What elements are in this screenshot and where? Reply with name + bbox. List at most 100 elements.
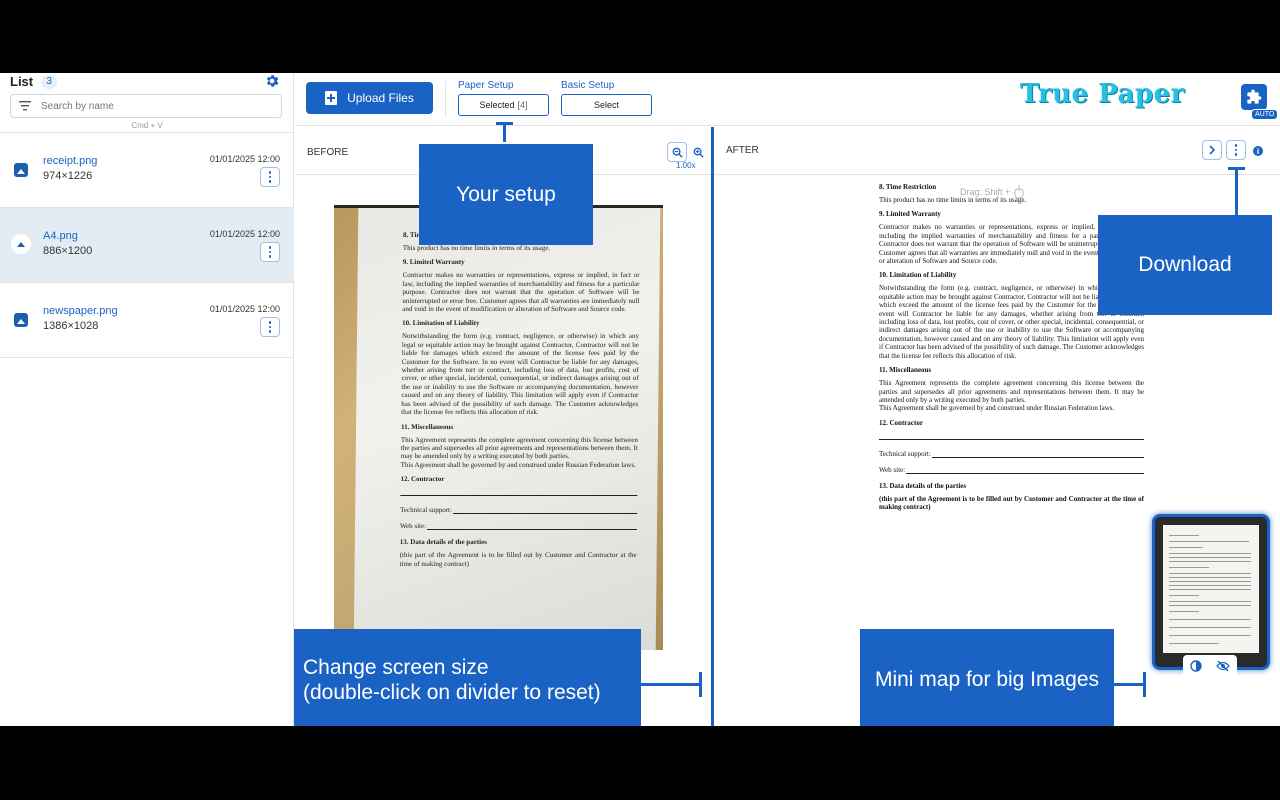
file-dimensions: 886×1200 xyxy=(43,245,93,257)
signature-line xyxy=(879,438,1144,440)
file-dimensions: 1386×1028 xyxy=(43,320,99,332)
signature-line xyxy=(400,495,638,497)
file-name[interactable]: A4.png xyxy=(43,230,78,242)
doc-heading: 13. Data details of the parties xyxy=(879,481,967,490)
web-site-line: Web site: xyxy=(399,522,637,531)
callout-pointer xyxy=(1143,672,1146,697)
doc-paragraph: This Agreement represents the complete a… xyxy=(879,379,1144,404)
callout-pointer xyxy=(641,683,701,686)
tech-support-label: Technical support: xyxy=(879,449,931,458)
tech-support-line: Technical support: xyxy=(879,450,1144,458)
auto-mode-button[interactable] xyxy=(1241,84,1267,110)
doc-heading: 11. Miscellaneous xyxy=(879,366,932,375)
search-field[interactable] xyxy=(10,94,282,118)
paper-setup-button[interactable]: Selected [4] xyxy=(458,94,549,116)
tech-support-label: Technical support: xyxy=(400,506,453,515)
file-menu-button[interactable] xyxy=(260,242,280,262)
image-icon xyxy=(14,313,28,327)
eye-off-icon[interactable] xyxy=(1216,660,1230,672)
doc-heading: 8. Time Restriction xyxy=(879,183,937,191)
doc-paragraph: Contractor makes no warranties or repres… xyxy=(402,271,640,314)
doc-heading: 12. Contractor xyxy=(400,475,445,484)
file-date: 01/01/2025 12:00 xyxy=(209,304,280,314)
next-button[interactable] xyxy=(1202,140,1222,160)
divider xyxy=(0,357,294,358)
zoom-out-button[interactable] xyxy=(667,142,687,162)
download-callout: Download xyxy=(1098,215,1272,315)
after-title: AFTER xyxy=(726,145,759,156)
basic-setup-button[interactable]: Select xyxy=(561,94,652,116)
app-window: List 3 Cmd + V receipt.png 974×1226 01/0… xyxy=(0,73,1280,726)
file-list-sidebar: List 3 Cmd + V receipt.png 974×1226 01/0… xyxy=(0,73,294,726)
mini-map[interactable] xyxy=(1152,514,1270,670)
doc-heading: 9. Limited Warranty xyxy=(402,258,465,267)
image-icon xyxy=(11,234,31,254)
doc-heading: 11. Miscellaneous xyxy=(401,422,454,431)
toolbar-separator xyxy=(445,81,446,117)
file-row-receipt[interactable]: receipt.png 974×1226 01/01/2025 12:00 xyxy=(0,133,294,208)
callout-pointer xyxy=(1114,683,1146,686)
before-image: 8. Time Restriction This product has no … xyxy=(334,205,663,650)
scanned-document: 8. Time Restriction This product has no … xyxy=(353,208,661,650)
web-site-label: Web site: xyxy=(399,522,427,531)
web-site-label: Web site: xyxy=(879,465,906,474)
doc-paragraph: (this part of the Agreement is to be fil… xyxy=(879,494,1144,512)
info-icon[interactable] xyxy=(1253,146,1263,156)
doc-heading: 13. Data details of the parties xyxy=(399,538,487,547)
file-menu-button[interactable] xyxy=(260,167,280,187)
search-input[interactable] xyxy=(41,100,261,112)
file-name[interactable]: receipt.png xyxy=(43,155,97,167)
tech-support-line: Technical support: xyxy=(400,506,638,515)
doc-paragraph: This Agreement represents the complete a… xyxy=(400,435,638,461)
mini-map-callout: Mini map for big Images xyxy=(860,629,1114,726)
paper-setup-label: Paper Setup xyxy=(458,80,514,91)
mini-map-page xyxy=(1163,525,1259,653)
upload-files-button[interactable]: Upload Files xyxy=(306,82,433,114)
doc-paragraph: This product has no time limits in terms… xyxy=(402,244,551,252)
puzzle-icon xyxy=(1247,89,1262,104)
file-date: 01/01/2025 12:00 xyxy=(209,229,280,239)
filter-icon xyxy=(19,101,31,111)
file-count-badge: 3 xyxy=(41,74,58,89)
upload-label: Upload Files xyxy=(347,91,414,105)
mini-map-controls xyxy=(1183,655,1237,677)
paper-setup-value: Selected xyxy=(479,100,515,110)
file-menu-button[interactable] xyxy=(260,317,280,337)
doc-heading: 10. Limitation of Liability xyxy=(402,319,480,328)
brand-logo: True Paper xyxy=(1020,79,1185,109)
gear-icon[interactable] xyxy=(264,73,280,89)
your-setup-callout: Your setup xyxy=(419,144,593,245)
zoom-level: 1.00x xyxy=(676,161,696,170)
doc-paragraph: This Agreement shall be governed by and … xyxy=(400,460,636,469)
doc-paragraph: This product has no time limits in terms… xyxy=(879,196,1027,204)
file-date: 01/01/2025 12:00 xyxy=(209,154,280,164)
file-row-a4[interactable]: A4.png 886×1200 01/01/2025 12:00 xyxy=(0,208,294,283)
toolbar: Upload Files Paper Setup Selected [4] Ba… xyxy=(295,73,1280,126)
doc-paragraph: (this part of the Agreement is to be fil… xyxy=(399,551,637,568)
web-site-line: Web site: xyxy=(879,466,1144,474)
after-pane-header: AFTER xyxy=(714,127,1280,175)
zoom-in-button[interactable] xyxy=(688,142,708,162)
callout-pointer xyxy=(699,672,702,697)
auto-tag: AUTO xyxy=(1251,109,1279,120)
screen-size-callout: Change screen size (double-click on divi… xyxy=(294,629,641,726)
file-row-newspaper[interactable]: newspaper.png 1386×1028 01/01/2025 12:00 xyxy=(0,283,294,358)
before-title: BEFORE xyxy=(307,147,349,158)
callout-pointer xyxy=(1235,168,1238,215)
basic-setup-label: Basic Setup xyxy=(561,80,615,91)
download-menu-button[interactable] xyxy=(1226,140,1246,160)
image-icon xyxy=(14,163,28,177)
file-dimensions: 974×1226 xyxy=(43,170,93,182)
basic-setup-value: Select xyxy=(593,100,619,110)
paper-setup-count: [4] xyxy=(517,100,528,110)
zoom-out-icon xyxy=(672,147,683,158)
add-file-icon xyxy=(325,91,338,105)
callout-pointer xyxy=(496,122,513,125)
chevron-right-icon xyxy=(1209,145,1216,155)
callout-pointer xyxy=(503,123,506,142)
file-name[interactable]: newspaper.png xyxy=(43,305,118,317)
zoom-in-icon xyxy=(693,147,704,158)
doc-paragraph: Notwithstanding the form (e.g. contract,… xyxy=(401,332,640,417)
doc-heading: 12. Contractor xyxy=(879,418,923,427)
contrast-icon[interactable] xyxy=(1190,660,1202,672)
